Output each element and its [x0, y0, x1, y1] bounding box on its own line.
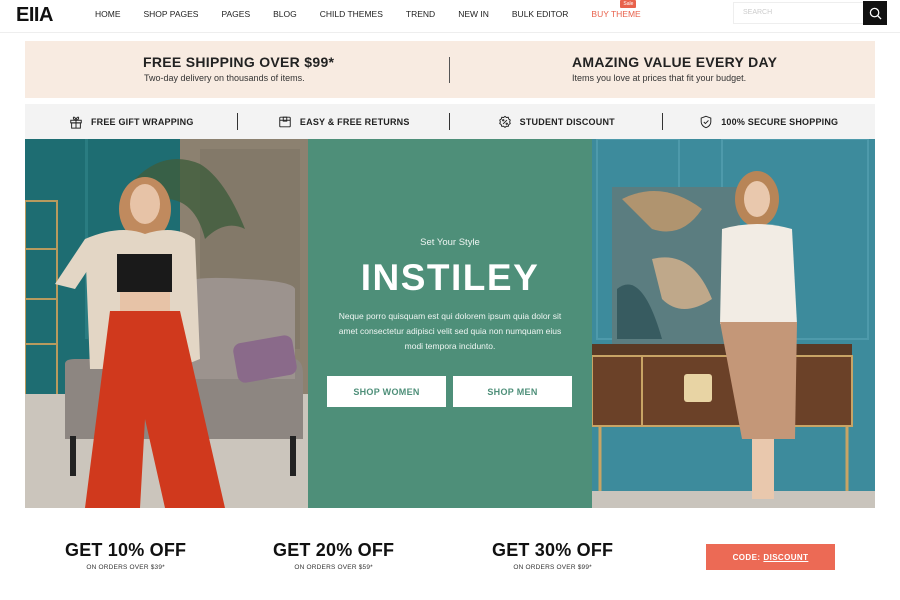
shield-check-icon: [700, 115, 712, 128]
gift-icon: [70, 116, 82, 129]
offer-30-off: GET 30% OFF ON ORDERS OVER $99*: [487, 540, 619, 571]
promo-free-shipping: FREE SHIPPING OVER $99* Two-day delivery…: [25, 41, 450, 98]
search-input[interactable]: SEARCH: [733, 2, 864, 24]
woman-tan-skirt-illustration: [592, 139, 875, 508]
promo-banner: FREE SHIPPING OVER $99* Two-day delivery…: [25, 41, 875, 98]
offer-20-off: GET 20% OFF ON ORDERS OVER $59*: [268, 540, 400, 571]
hero-image-men[interactable]: [592, 139, 875, 508]
offer-subtitle: ON ORDERS OVER $99*: [513, 564, 592, 571]
feature-secure-shopping: 100% SECURE SHOPPING: [663, 104, 876, 139]
hero-section: Set Your Style INSTILEY Neque porro quis…: [25, 139, 875, 508]
search-icon: [869, 7, 882, 20]
feature-label: STUDENT DISCOUNT: [519, 116, 615, 127]
nav-trend[interactable]: TREND: [406, 9, 435, 19]
feature-label: FREE GIFT WRAPPING: [90, 116, 194, 127]
discount-code[interactable]: DISCOUNT: [763, 553, 808, 562]
box-icon: [279, 116, 291, 127]
feature-gift-wrapping: FREE GIFT WRAPPING: [25, 104, 238, 139]
nav-pages[interactable]: PAGES: [221, 9, 250, 19]
offer-title: GET 30% OFF: [492, 540, 614, 560]
feature-student-discount: STUDENT DISCOUNT: [450, 104, 663, 139]
promo-amazing-value: AMAZING VALUE EVERY DAY Items you love a…: [450, 41, 875, 98]
sale-badge: Sale: [620, 0, 637, 8]
nav-child-themes[interactable]: CHILD THEMES: [320, 9, 383, 19]
offer-subtitle: ON ORDERS OVER $59*: [294, 564, 373, 571]
nav-shop-pages[interactable]: SHOP PAGES: [144, 9, 199, 19]
search-button[interactable]: [863, 1, 887, 25]
nav-buy-theme[interactable]: BUY THEME Sale: [591, 0, 641, 19]
nav-buy-theme-label: BUY THEME: [591, 8, 641, 19]
nav-new-in[interactable]: NEW IN: [458, 9, 489, 19]
logo[interactable]: EIIA: [16, 4, 53, 27]
features-bar: FREE GIFT WRAPPING EASY & FREE RETURNS S…: [25, 104, 875, 139]
hero-image-women[interactable]: [25, 139, 308, 508]
promo-title: FREE SHIPPING OVER $99*: [143, 54, 335, 70]
offer-title: GET 20% OFF: [273, 540, 395, 560]
site-header: EIIA HOME SHOP PAGES PAGES BLOG CHILD TH…: [0, 0, 900, 33]
percent-badge-icon: [498, 115, 511, 128]
feature-free-returns: EASY & FREE RETURNS: [238, 104, 450, 139]
nav-blog[interactable]: BLOG: [273, 9, 297, 19]
shop-men-button[interactable]: SHOP MEN: [453, 376, 572, 407]
offer-subtitle: ON ORDERS OVER $39*: [86, 564, 165, 571]
offer-10-off: GET 10% OFF ON ORDERS OVER $39*: [60, 540, 192, 571]
nav-bulk-editor[interactable]: BULK EDITOR: [512, 9, 569, 19]
hero-description: Neque porro quisquam est qui dolorem ips…: [338, 311, 562, 351]
hero-title: INSTILEY: [360, 257, 540, 298]
hero-kicker: Set Your Style: [420, 237, 480, 248]
shop-women-button[interactable]: SHOP WOMEN: [327, 376, 446, 407]
promo-title: AMAZING VALUE EVERY DAY: [572, 54, 778, 70]
offer-title: GET 10% OFF: [65, 540, 187, 560]
promo-subtitle: Two-day delivery on thousands of items.: [144, 73, 305, 83]
hero-content: Set Your Style INSTILEY Neque porro quis…: [308, 139, 592, 508]
feature-label: 100% SECURE SHOPPING: [721, 116, 839, 127]
discount-code-button[interactable]: CODE: DISCOUNT: [706, 544, 835, 570]
main-nav: HOME SHOP PAGES PAGES BLOG CHILD THEMES …: [95, 0, 664, 27]
nav-home[interactable]: HOME: [95, 9, 121, 19]
woman-red-pants-illustration: [25, 139, 308, 508]
promo-subtitle: Items you love at prices that fit your b…: [572, 73, 747, 83]
feature-label: EASY & FREE RETURNS: [299, 116, 410, 127]
code-prefix: CODE:: [732, 552, 761, 562]
